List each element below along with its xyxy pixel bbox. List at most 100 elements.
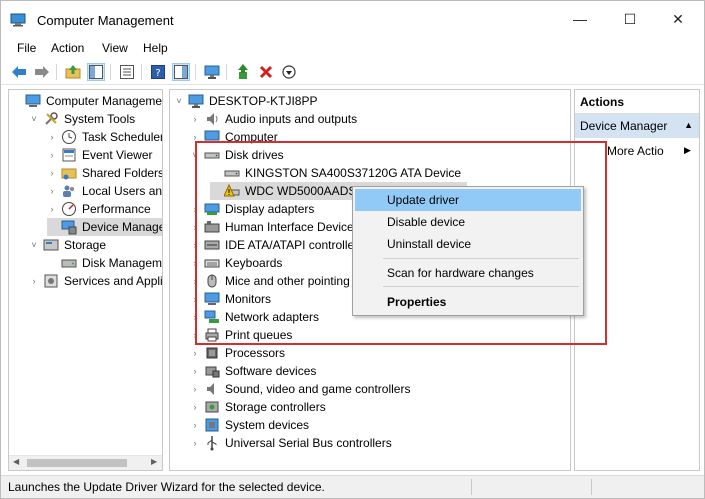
help-button[interactable]: ? xyxy=(149,63,167,81)
expand-chevron-icon[interactable]: › xyxy=(190,308,200,326)
device-keyboards[interactable]: › Keyboards xyxy=(190,254,283,272)
tree-item-system-tools[interactable]: ˅ System Tools xyxy=(29,110,135,128)
scroll-left-icon[interactable]: ◀ xyxy=(13,457,19,466)
expand-chevron-icon[interactable]: › xyxy=(47,164,57,182)
tree-item-performance[interactable]: › Performance xyxy=(47,200,151,218)
device-computer[interactable]: › Computer xyxy=(190,128,278,146)
device-sound-video-and-game-controllers[interactable]: › Sound, video and game controllers xyxy=(190,380,411,398)
scrollbar-thumb[interactable] xyxy=(27,459,127,467)
menu-view[interactable]: View xyxy=(102,41,128,55)
minimize-button[interactable]: — xyxy=(557,1,603,37)
device-audio-inputs-and-outputs[interactable]: › Audio inputs and outputs xyxy=(190,110,358,128)
collapse-chevron-icon[interactable]: ˅ xyxy=(174,92,184,110)
device-software-devices[interactable]: › Software devices xyxy=(190,362,317,380)
tree-item-local-users-and-g[interactable]: › Local Users and G xyxy=(47,182,163,200)
tree-item-task-scheduler[interactable]: › Task Scheduler xyxy=(47,128,162,146)
up-one-level-button[interactable] xyxy=(64,63,82,81)
tree-item-device-manager[interactable]: Device Manager xyxy=(47,218,162,236)
tree-item-event-viewer[interactable]: › Event Viewer xyxy=(47,146,153,164)
device-processors[interactable]: › Processors xyxy=(190,344,286,362)
tree-item-disk-managemen[interactable]: Disk Managemen xyxy=(47,254,162,272)
printer-icon xyxy=(205,328,219,342)
expand-chevron-icon[interactable]: › xyxy=(47,182,57,200)
uninstall-device-button[interactable] xyxy=(257,63,275,81)
collapse-chevron-icon[interactable]: ˅ xyxy=(29,110,39,128)
device-print-queues[interactable]: › Print queues xyxy=(190,326,293,344)
expand-chevron-icon[interactable]: › xyxy=(190,272,200,290)
device-network-adapters[interactable]: › Network adapters xyxy=(190,308,320,326)
menu-help[interactable]: Help xyxy=(143,41,168,55)
tree-item-computer-management[interactable]: Computer Management xyxy=(11,92,162,110)
scroll-right-icon[interactable]: ▶ xyxy=(151,457,157,466)
tree-item-shared-folders[interactable]: › Shared Folders xyxy=(47,164,163,182)
device-label: Disk drives xyxy=(225,148,284,162)
properties-button[interactable] xyxy=(118,63,136,81)
expand-chevron-icon[interactable]: › xyxy=(190,362,200,380)
expand-chevron-icon[interactable]: › xyxy=(190,380,200,398)
computer-icon xyxy=(204,130,220,143)
device-storage-controllers[interactable]: › Storage controllers xyxy=(190,398,326,416)
update-driver-button[interactable] xyxy=(234,63,252,81)
device-label: System devices xyxy=(225,418,310,432)
device-display-adapters[interactable]: › Display adapters xyxy=(190,200,315,218)
collapse-chevron-icon[interactable]: ˅ xyxy=(190,146,200,164)
close-button[interactable]: ✕ xyxy=(655,1,701,37)
expand-chevron-icon[interactable]: › xyxy=(47,200,57,218)
more-actions-link[interactable]: More Actio xyxy=(607,144,664,158)
actions-section-device-manager[interactable]: Device Manager ▲ xyxy=(575,114,699,138)
device-system-devices[interactable]: › System devices xyxy=(190,416,310,434)
expand-chevron-icon[interactable]: › xyxy=(190,416,200,434)
expand-chevron-icon[interactable]: › xyxy=(190,398,200,416)
device-kingston-sa400s37120g-ata-device[interactable]: KINGSTON SA400S37120G ATA Device xyxy=(210,164,461,182)
device-ide-ata-atapi-controllers[interactable]: › IDE ATA/ATAPI controllers xyxy=(190,236,365,254)
context-scan-hardware[interactable]: Scan for hardware changes xyxy=(355,262,581,284)
audio-icon xyxy=(207,113,218,125)
expand-chevron-icon[interactable]: › xyxy=(190,254,200,272)
collapse-up-icon[interactable]: ▲ xyxy=(684,120,693,130)
context-properties[interactable]: Properties xyxy=(355,291,581,313)
device-human-interface-devices[interactable]: › Human Interface Devices xyxy=(190,218,360,236)
expand-chevron-icon[interactable]: › xyxy=(190,434,200,452)
collapse-chevron-icon[interactable]: ˅ xyxy=(29,236,39,254)
horizontal-scrollbar[interactable]: ◀ ▶ xyxy=(9,455,162,470)
back-button[interactable] xyxy=(10,63,28,81)
context-update-driver[interactable]: Update driver xyxy=(355,189,581,211)
computer-management-icon xyxy=(10,13,26,27)
device-universal-serial-bus-controllers[interactable]: › Universal Serial Bus controllers xyxy=(190,434,392,452)
device-disk-drives[interactable]: ˅ Disk drives xyxy=(190,146,284,164)
disable-device-button[interactable] xyxy=(280,63,298,81)
expand-chevron-icon[interactable]: › xyxy=(190,128,200,146)
expand-chevron-icon[interactable]: › xyxy=(190,110,200,128)
context-uninstall-device[interactable]: Uninstall device xyxy=(355,233,581,255)
maximize-button[interactable]: ☐ xyxy=(607,1,653,37)
network-icon xyxy=(204,310,219,323)
device-tree-root[interactable]: ˅ DESKTOP-KTJI8PP xyxy=(174,92,317,110)
expand-chevron-icon[interactable]: › xyxy=(190,344,200,362)
scan-hardware-button[interactable] xyxy=(203,63,221,81)
expand-chevron-icon[interactable]: › xyxy=(190,236,200,254)
device-label: Processors xyxy=(225,346,286,360)
menu-action[interactable]: Action xyxy=(51,41,84,55)
tree-item-label: Event Viewer xyxy=(82,148,153,162)
expand-chevron-icon[interactable]: › xyxy=(29,272,39,290)
device-monitors[interactable]: › Monitors xyxy=(190,290,272,308)
expand-chevron-icon[interactable]: › xyxy=(47,146,57,164)
tree-item-services-and-applicat[interactable]: › Services and Applicat xyxy=(29,272,163,290)
tree-item-storage[interactable]: ˅ Storage xyxy=(29,236,106,254)
toolbar: ? xyxy=(1,59,704,85)
show-action-pane-button[interactable] xyxy=(172,63,190,81)
show-hide-tree-button[interactable] xyxy=(87,63,105,81)
expand-chevron-icon[interactable]: › xyxy=(190,290,200,308)
actions-pane: Actions Device Manager ▲ More Actio ▶ xyxy=(574,89,700,471)
expand-chevron-icon[interactable]: › xyxy=(47,128,57,146)
toolbar-separator xyxy=(56,64,57,80)
tree-item-label: Local Users and G xyxy=(82,184,163,198)
menu-file[interactable]: File xyxy=(17,41,36,55)
context-disable-device[interactable]: Disable device xyxy=(355,211,581,233)
expand-chevron-icon[interactable]: › xyxy=(190,326,200,344)
computer-icon xyxy=(188,94,204,108)
forward-button[interactable] xyxy=(33,63,51,81)
expand-chevron-icon[interactable]: › xyxy=(190,200,200,218)
expand-chevron-icon[interactable]: › xyxy=(190,218,200,236)
